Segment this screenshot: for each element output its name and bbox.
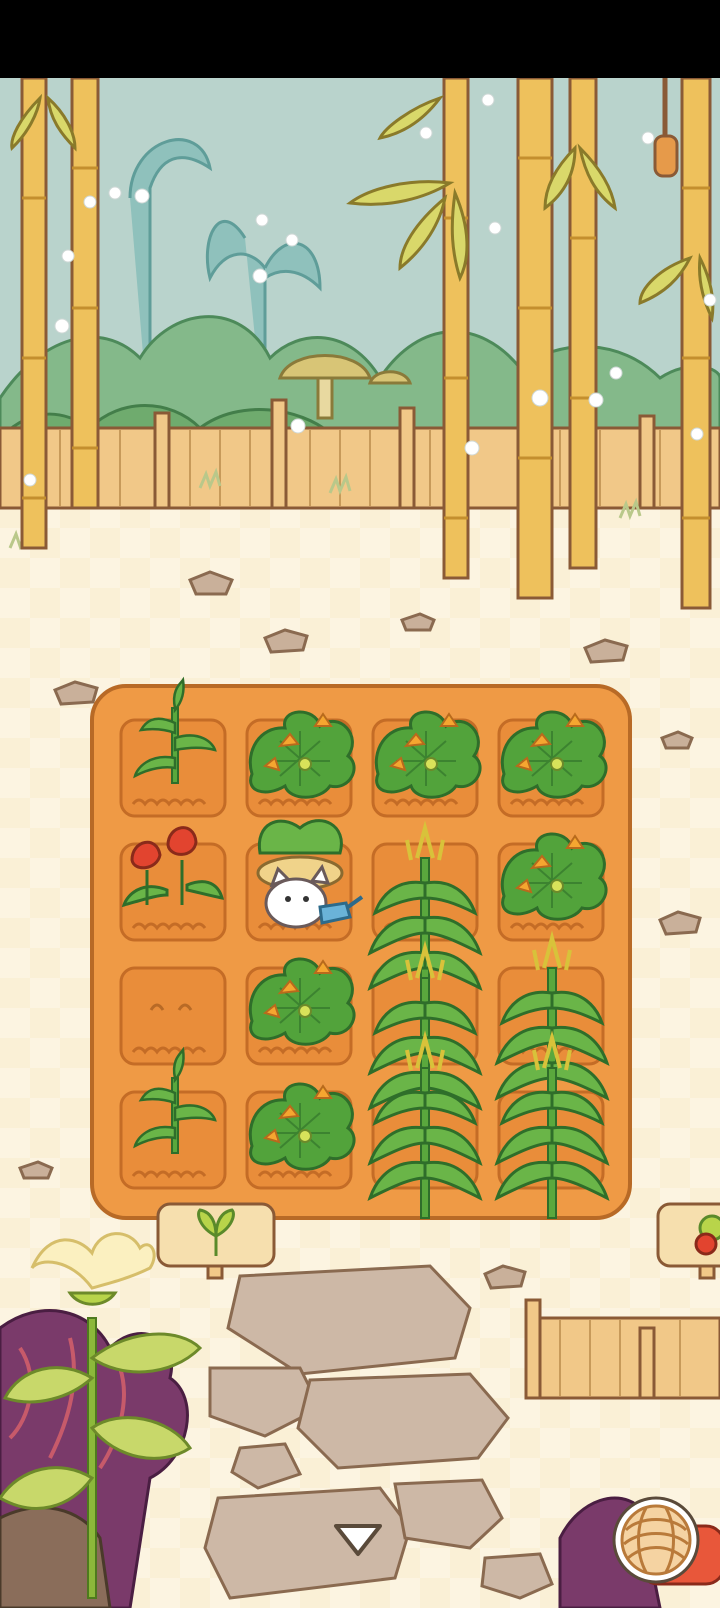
yarn-ball-icon[interactable] xyxy=(600,1486,720,1596)
vegetable-sign[interactable] xyxy=(656,1202,720,1280)
game-scene xyxy=(0,78,720,1608)
seedling-sign[interactable] xyxy=(156,1202,276,1280)
status-bar xyxy=(0,0,720,78)
down-arrow-icon[interactable] xyxy=(330,1518,386,1562)
